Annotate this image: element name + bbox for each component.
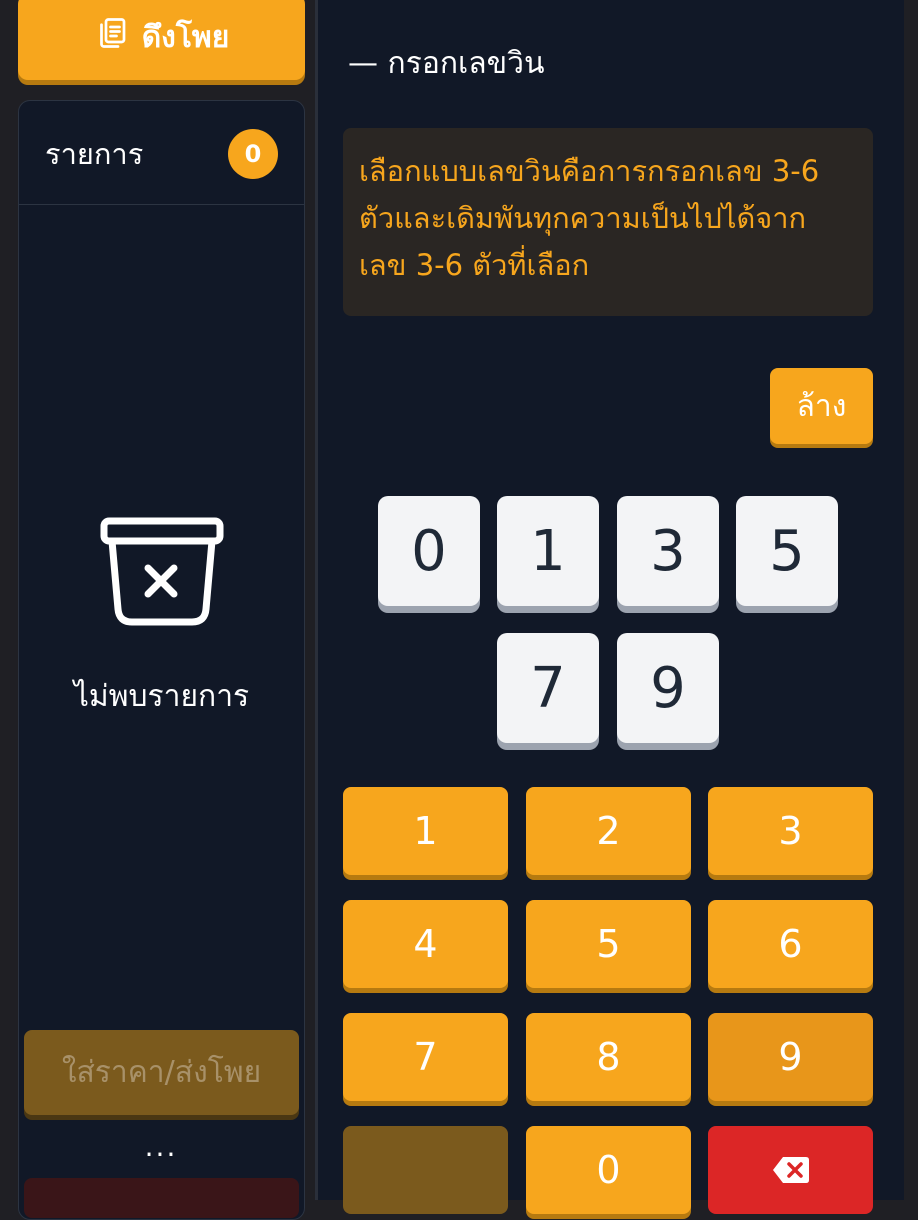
bet-list-title: รายการ — [45, 137, 144, 171]
empty-list-message: ไม่พบรายการ — [73, 679, 250, 714]
keypad-7[interactable]: 7 — [343, 1013, 508, 1101]
bet-count-badge: 0 — [228, 129, 278, 179]
keypad-5[interactable]: 5 — [526, 900, 691, 988]
set-price-submit-button[interactable]: ใส่ราคา/ส่งโพย — [24, 1030, 299, 1115]
empty-box-icon — [100, 517, 224, 626]
pull-slip-button[interactable]: ดึงโพย — [18, 0, 305, 80]
keypad-9[interactable]: 9 — [708, 1013, 873, 1101]
partial-red-button[interactable] — [24, 1178, 299, 1218]
selected-number[interactable]: 5 — [736, 496, 838, 606]
keypad-2[interactable]: 2 — [526, 787, 691, 875]
clipboard-icon — [94, 15, 130, 59]
backspace-icon — [772, 1157, 809, 1183]
more-options[interactable]: ... — [130, 1132, 192, 1162]
clear-button[interactable]: ล้าง — [770, 368, 873, 444]
keypad-4[interactable]: 4 — [343, 900, 508, 988]
selected-number[interactable]: 0 — [378, 496, 480, 606]
selected-number[interactable]: 3 — [617, 496, 719, 606]
selected-number[interactable]: 9 — [617, 633, 719, 743]
keypad-blank — [343, 1126, 508, 1214]
section-title[interactable]: — กรอกเลขวิน — [348, 40, 545, 87]
keypad-6[interactable]: 6 — [708, 900, 873, 988]
keypad-delete[interactable] — [708, 1126, 873, 1214]
pull-slip-label: ดึงโพย — [141, 19, 230, 55]
keypad-3[interactable]: 3 — [708, 787, 873, 875]
keypad-0[interactable]: 0 — [526, 1126, 691, 1214]
keypad-8[interactable]: 8 — [526, 1013, 691, 1101]
selected-number[interactable]: 7 — [497, 633, 599, 743]
right-edge — [904, 0, 918, 1200]
keypad-1[interactable]: 1 — [343, 787, 508, 875]
instruction-box: เลือกแบบเลขวินคือการกรอกเลข 3-6 ตัวและเด… — [343, 128, 873, 316]
bet-list-header: รายการ 0 — [19, 101, 304, 205]
selected-number[interactable]: 1 — [497, 496, 599, 606]
